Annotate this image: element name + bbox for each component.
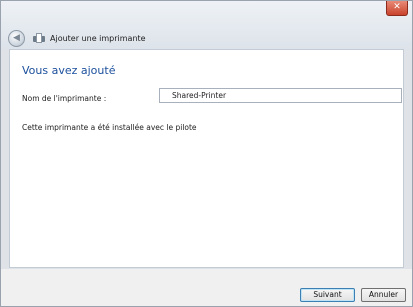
page-heading: Vous avez ajouté: [22, 64, 116, 77]
wizard-footer: Suivant Annuler: [1, 269, 412, 306]
add-printer-window: ✕ ◀ Ajouter une imprimante Vous avez ajo…: [0, 0, 413, 307]
installed-message: Cette imprimante a été installée avec le…: [22, 123, 197, 132]
printer-name-field[interactable]: Shared-Printer: [159, 88, 402, 103]
back-arrow-icon: ◀: [13, 32, 20, 43]
title-bar: ✕ ◀ Ajouter une imprimante: [1, 1, 412, 49]
nav-bar: ◀ Ajouter une imprimante: [8, 29, 146, 47]
wizard-content: Vous avez ajouté Nom de l'imprimante : S…: [9, 49, 404, 268]
printer-name-label: Nom de l'imprimante :: [22, 94, 107, 103]
next-button[interactable]: Suivant: [300, 288, 355, 302]
cancel-button[interactable]: Annuler: [361, 288, 406, 302]
printer-icon: [33, 32, 45, 44]
close-button[interactable]: ✕: [386, 1, 408, 16]
back-button[interactable]: ◀: [8, 29, 25, 47]
window-title: Ajouter une imprimante: [50, 33, 146, 43]
close-icon: ✕: [393, 2, 401, 12]
